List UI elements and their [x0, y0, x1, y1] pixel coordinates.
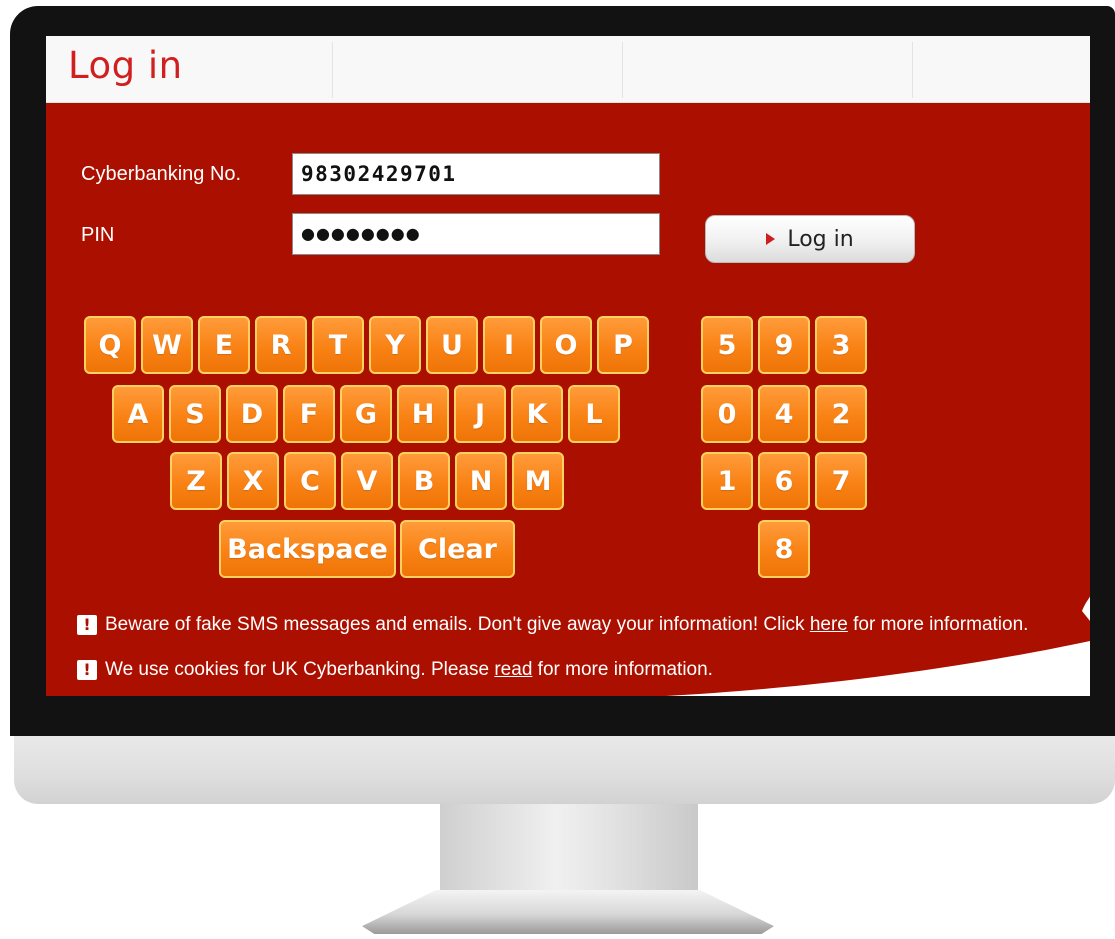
key-o[interactable]: O: [540, 316, 592, 374]
warning-icon: !: [77, 615, 97, 635]
numpad-key-9[interactable]: 9: [758, 316, 810, 374]
numpad-key-0[interactable]: 0: [701, 385, 753, 443]
clear-key[interactable]: Clear: [400, 520, 515, 578]
numpad-key-5[interactable]: 5: [701, 316, 753, 374]
numpad-key-4[interactable]: 4: [758, 385, 810, 443]
numpad-key-1[interactable]: 1: [701, 452, 753, 510]
monitor-stand-base: [362, 890, 774, 934]
key-i[interactable]: I: [483, 316, 535, 374]
here-link[interactable]: here: [810, 614, 848, 636]
login-button[interactable]: Log in: [705, 215, 915, 263]
read-link[interactable]: read: [494, 659, 532, 681]
fake-sms-text: Beware of fake SMS messages and emails. …: [105, 614, 805, 635]
key-p[interactable]: P: [597, 316, 649, 374]
numpad-key-6[interactable]: 6: [758, 452, 810, 510]
cookies-text: We use cookies for UK Cyberbanking. Plea…: [105, 659, 490, 680]
key-q[interactable]: Q: [84, 316, 136, 374]
key-a[interactable]: A: [112, 385, 164, 443]
monitor-chin: [14, 736, 1115, 804]
cookies-text-end: for more information.: [537, 659, 713, 680]
cyberbanking-number-input[interactable]: 98302429701: [292, 153, 660, 195]
key-j[interactable]: J: [454, 385, 506, 443]
key-c[interactable]: C: [284, 452, 336, 510]
key-h[interactable]: H: [397, 385, 449, 443]
key-m[interactable]: M: [512, 452, 564, 510]
backspace-key[interactable]: Backspace: [219, 520, 396, 578]
pin-label: PIN: [81, 224, 115, 246]
key-u[interactable]: U: [426, 316, 478, 374]
numpad-key-2[interactable]: 2: [815, 385, 867, 443]
key-w[interactable]: W: [141, 316, 193, 374]
screen: Log in Cyberbanking No. 98302429701 PIN …: [46, 36, 1090, 696]
key-z[interactable]: Z: [170, 452, 222, 510]
cookies-notice: ! We use cookies for UK Cyberbanking. Pl…: [77, 659, 713, 681]
key-t[interactable]: T: [312, 316, 364, 374]
key-f[interactable]: F: [283, 385, 335, 443]
key-l[interactable]: L: [568, 385, 620, 443]
numpad-key-7[interactable]: 7: [815, 452, 867, 510]
key-r[interactable]: R: [255, 316, 307, 374]
fake-sms-notice: ! Beware of fake SMS messages and emails…: [77, 614, 1028, 636]
warning-icon: !: [77, 660, 97, 680]
key-b[interactable]: B: [398, 452, 450, 510]
key-n[interactable]: N: [455, 452, 507, 510]
key-e[interactable]: E: [198, 316, 250, 374]
pin-input[interactable]: ●●●●●●●●: [292, 213, 660, 255]
key-x[interactable]: X: [227, 452, 279, 510]
key-g[interactable]: G: [340, 385, 392, 443]
key-v[interactable]: V: [341, 452, 393, 510]
numpad-key-3[interactable]: 3: [815, 316, 867, 374]
cyberbanking-number-label: Cyberbanking No.: [81, 163, 242, 185]
key-d[interactable]: D: [226, 385, 278, 443]
monitor-stand: [440, 804, 698, 892]
key-k[interactable]: K: [511, 385, 563, 443]
play-icon: [766, 233, 776, 245]
login-button-label: Log in: [787, 226, 854, 252]
fake-sms-text-end: for more information.: [853, 614, 1029, 635]
key-s[interactable]: S: [169, 385, 221, 443]
numpad-key-8[interactable]: 8: [758, 520, 810, 578]
key-y[interactable]: Y: [369, 316, 421, 374]
